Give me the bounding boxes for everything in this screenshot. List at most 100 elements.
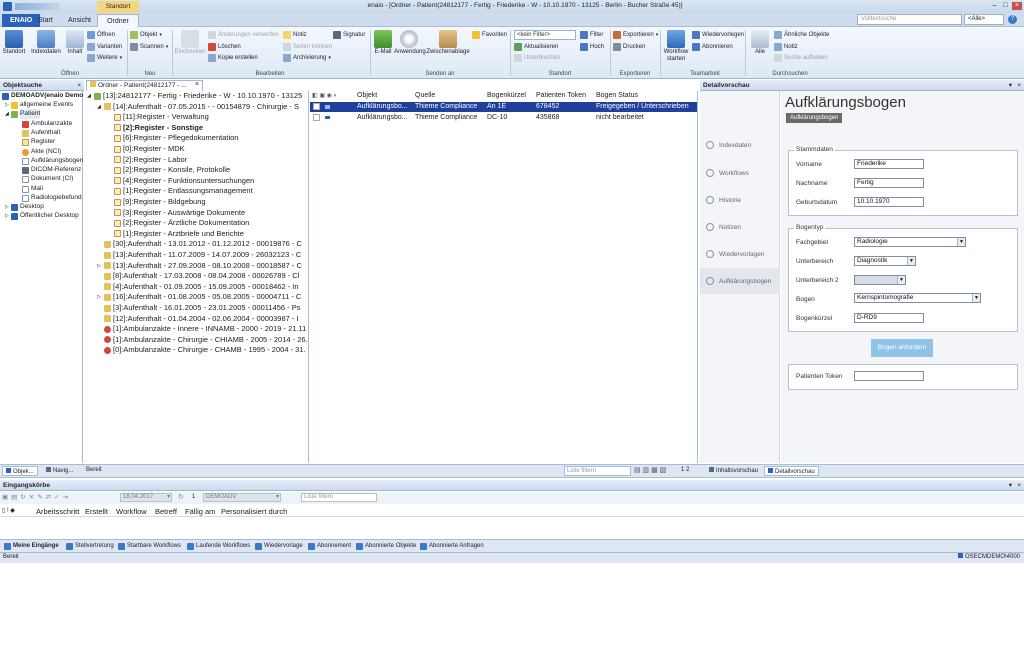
workflow-starten-button[interactable]: Workflow starten	[662, 30, 690, 63]
unterbereich2-select[interactable]: ▼	[854, 275, 906, 285]
date-select[interactable]: 18.04.2017 ▾	[120, 493, 172, 502]
tab-abonnierte-anfragen[interactable]: Abonnierte Anfragen	[420, 541, 484, 551]
close-icon[interactable]: ×	[1017, 480, 1021, 491]
folder-tree-item[interactable]: ▷ [13]:Aufenthalt - 27.09.2008 - 08.10.20…	[97, 261, 302, 271]
help-icon[interactable]: ?	[1008, 15, 1017, 24]
notiz-button[interactable]: Notiz	[283, 30, 307, 40]
page-selector[interactable]: 1 2	[681, 467, 689, 473]
pin-icon[interactable]: ▾	[1009, 80, 1012, 91]
inhalt-button[interactable]: Inhalt	[64, 30, 86, 56]
weitere-button[interactable]: Weitere ▾	[87, 53, 122, 63]
column-header-patienten-token[interactable]: Patienten Token	[536, 91, 586, 101]
folder-tree-item[interactable]: [6]:Register - Pflegedokumentation	[107, 133, 238, 143]
column-header-betreff[interactable]: Betreff	[155, 506, 177, 517]
tab-abonnierte-objekte[interactable]: Abonnierte Objekte	[356, 541, 416, 551]
folder-tree-item[interactable]: [2]:Register - Konsile, Protokolle	[107, 165, 230, 175]
table-row[interactable]: Aufklärungsbo... Thieme Compliance An 1E…	[310, 102, 697, 112]
folder-tree-item[interactable]: [13]:Aufenthalt - 11.07.2009 - 14.07.200…	[97, 250, 301, 260]
bogen-anfordern-button[interactable]: Bogen anfordern	[871, 339, 933, 357]
notiz-search-button[interactable]: Notiz	[774, 42, 798, 52]
list-filter-input[interactable]: Liste filtern	[564, 466, 631, 476]
tree-item-register[interactable]: Register	[22, 137, 55, 147]
folder-tree-item[interactable]: [9]:Register - Bildgebung	[107, 197, 206, 207]
signatur-button[interactable]: Signatur	[333, 30, 365, 40]
objekt-button[interactable]: Objekt ▾	[130, 30, 162, 40]
aehnliche-objekte-button[interactable]: Ähnliche Objekte	[774, 30, 829, 40]
anwendung-button[interactable]: Anwendung	[394, 30, 426, 56]
column-header-workflow[interactable]: Workflow	[116, 506, 147, 517]
folder-tree-item[interactable]: [8]:Aufenthalt - 17.03.2008 - 08.04.2008…	[97, 271, 299, 281]
tree-item-public-desktop[interactable]: ▷ Öffentlicher Desktop	[5, 211, 79, 221]
detail-nav-indexdaten[interactable]: Indexdaten	[700, 132, 780, 158]
scannen-button[interactable]: Scannen ▾	[130, 42, 168, 52]
bogenkuerzel-field[interactable]: D-RD9	[854, 313, 924, 323]
folder-tree-item[interactable]: [2]:Register - Labor	[107, 155, 187, 165]
detail-nav-wiedervorlagen[interactable]: Wiedervorlagen	[700, 241, 780, 267]
fulltext-search-input[interactable]: Volltextsuche	[857, 14, 962, 25]
folder-tree-item[interactable]: [1]:Ambulanzakte - Chirurgie - CHIAMB - …	[97, 335, 308, 345]
drucken-button[interactable]: Drucken	[613, 42, 645, 52]
wiedervorlegen-button[interactable]: Wiedervorlegen	[692, 30, 744, 40]
tree-item-dokument-ci[interactable]: Dokument (CI)	[22, 174, 73, 184]
abonnieren-button[interactable]: Abonnieren	[692, 42, 733, 52]
tab-abonnement[interactable]: Abonnement	[308, 541, 351, 551]
tab-inhaltsvorschau[interactable]: Inhaltsvorschau	[706, 466, 761, 476]
column-header-bogenkuerzel[interactable]: Bogenkürzel	[487, 91, 526, 101]
archivierung-button[interactable]: Archivierung ▾	[283, 53, 331, 63]
tab-start[interactable]: Start	[30, 14, 61, 27]
collapse-icon[interactable]: ◢	[87, 91, 94, 101]
user-select[interactable]: DEMOADV ▾	[203, 493, 281, 502]
minimize-icon[interactable]: –	[990, 2, 999, 10]
expand-icon[interactable]: ▷	[97, 261, 104, 271]
view-mode-icons[interactable]: ▤ ▥ ▦ ▧	[634, 466, 679, 476]
kopie-erstellen-button[interactable]: Kopie erstellen	[208, 53, 258, 63]
tab-detailvorschau[interactable]: Detailvorschau	[764, 466, 819, 476]
geburtsdatum-field[interactable]: 10.10.1970	[854, 197, 924, 207]
column-header-bogen-status[interactable]: Bogen Status	[596, 91, 638, 101]
detail-nav-workflows[interactable]: Workflows	[700, 160, 780, 186]
column-header-quelle[interactable]: Quelle	[415, 91, 435, 101]
column-header-faellig[interactable]: Fällig am	[185, 506, 215, 517]
aktualisieren-button[interactable]: Aktualisieren	[514, 42, 558, 52]
oeffnen-button[interactable]: Öffnen	[87, 30, 115, 40]
folder-tree-item[interactable]: [3]:Register - Auswärtige Dokumente	[107, 208, 245, 218]
search-scope-select[interactable]: <Alle>	[964, 14, 1004, 25]
table-row[interactable]: Aufklärungsbo... Thieme Compliance DC-10…	[310, 113, 697, 123]
folder-tab[interactable]: Ordner - Patient(24812177 - ...	[86, 80, 203, 91]
folder-tree-item[interactable]: [1]:Ambulanzakte - Innere - INNAMB - 200…	[97, 324, 306, 334]
tab-meine-eingaenge[interactable]: Meine Eingänge	[4, 541, 59, 551]
tab-objektsuche[interactable]: Objek...	[2, 466, 38, 476]
pin-icon[interactable]: ▾	[1009, 480, 1012, 491]
loeschen-button[interactable]: Löschen	[208, 42, 241, 52]
column-header-arbeitsschritt[interactable]: Arbeitsschritt	[36, 506, 79, 517]
folder-tree-item[interactable]: [0]:Ambulanzakte - Chirurgie - CHAMB - 1…	[97, 345, 306, 355]
einchecken-button[interactable]: Einchecken	[174, 30, 206, 56]
column-header-erstellt[interactable]: Erstellt	[85, 506, 108, 517]
toolbar-action-icons[interactable]: ▣▤↻✕✎⇄✓⇥	[2, 493, 71, 501]
tab-ordner[interactable]: Ordner	[97, 14, 139, 27]
alle-button[interactable]: Alle	[748, 30, 772, 56]
tab-ansicht[interactable]: Ansicht	[60, 14, 99, 27]
app-icon[interactable]	[3, 2, 12, 11]
collapse-icon[interactable]: ◢	[97, 102, 104, 112]
column-header-objekt[interactable]: Objekt	[357, 91, 377, 101]
tab-stellvertretung[interactable]: Stellvertretung	[66, 541, 114, 551]
seiten-trennen-button[interactable]: Seiten trennen	[283, 42, 332, 52]
detail-nav-notizen[interactable]: Notizen	[700, 214, 780, 240]
folder-tree-item[interactable]: [11]:Register - Verwaltung	[107, 112, 209, 122]
folder-tree-item[interactable]: [3]:Aufenthalt - 16.01.2005 - 23.01.2005…	[97, 303, 301, 313]
varianten-button[interactable]: Varianten	[87, 42, 122, 52]
folder-tree-item[interactable]: [4]:Aufenthalt - 01.09.2005 - 15.09.2005…	[97, 282, 299, 292]
eingang-filter-input[interactable]: Liste filtern	[301, 493, 377, 502]
folder-tree-item[interactable]: ◢ [14]:Aufenthalt - 07.05.2015 - - 001548…	[97, 102, 299, 112]
filter-select[interactable]: <kein Filter>	[514, 30, 576, 40]
close-icon[interactable]: ×	[1012, 2, 1022, 10]
folder-tab-close-icon[interactable]: ×	[195, 81, 199, 88]
folder-tree-item[interactable]: ◢ [13]:24812177 - Fertig - Friederike - W…	[87, 91, 302, 101]
close-icon[interactable]: ×	[77, 80, 81, 91]
folder-tree-item[interactable]: ▷ [16]:Aufenthalt - 01.08.2005 - 05.08.20…	[97, 292, 301, 302]
standort-button[interactable]: Standort	[2, 30, 26, 56]
tab-laufende-workflows[interactable]: Laufende Workflows	[187, 541, 250, 551]
tab-startbare-workflows[interactable]: Startbare Workflows	[118, 541, 181, 551]
fachgebiet-select[interactable]: Radiologie ▼	[854, 237, 966, 247]
